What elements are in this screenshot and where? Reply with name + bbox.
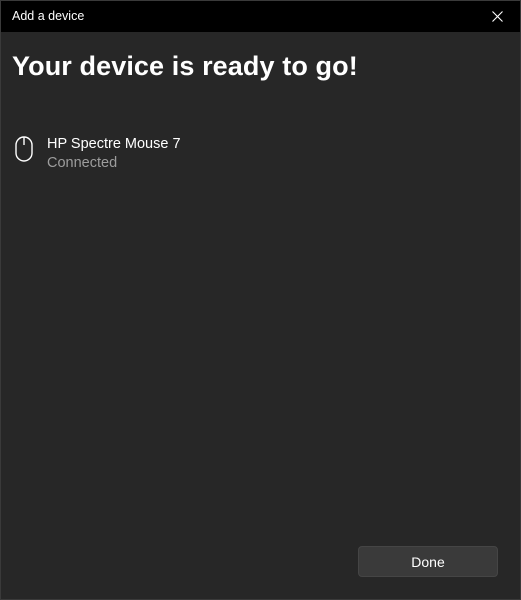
mouse-icon xyxy=(15,136,33,162)
device-name: HP Spectre Mouse 7 xyxy=(47,136,181,152)
close-icon xyxy=(491,11,503,22)
page-heading: Your device is ready to go! xyxy=(12,51,358,81)
title-bar: Add a device xyxy=(1,1,520,32)
window-title: Add a device xyxy=(12,9,85,23)
done-button[interactable]: Done xyxy=(358,546,498,577)
device-status: Connected xyxy=(47,155,118,171)
add-device-dialog: Add a device Your device is ready to go!… xyxy=(0,0,521,600)
close-button[interactable] xyxy=(474,1,520,32)
device-item: HP Spectre Mouse 7 Connected xyxy=(1,129,520,179)
